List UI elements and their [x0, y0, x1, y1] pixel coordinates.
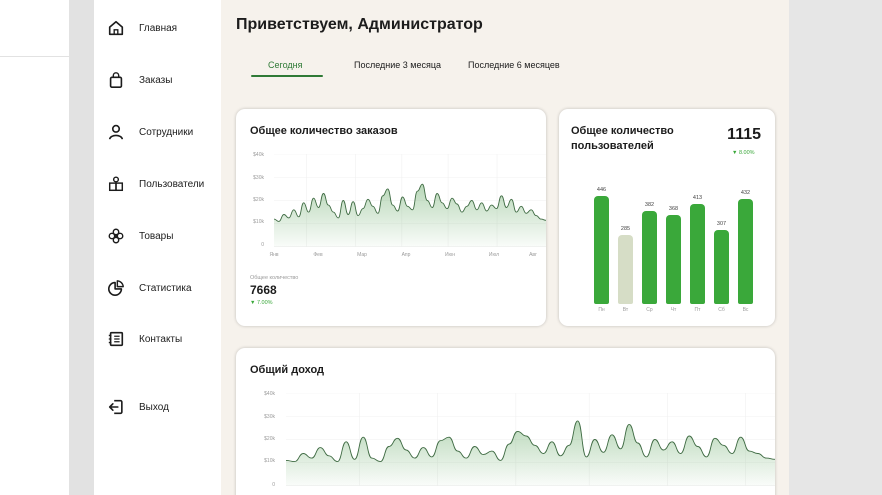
sidebar-item-home[interactable]: Главная [106, 16, 177, 40]
bar-category-label: Чт [670, 307, 677, 313]
bar [642, 211, 657, 304]
x-tick-label: Мар [357, 252, 367, 258]
x-tick-label: Фев [313, 252, 323, 258]
user-icon [106, 122, 126, 142]
sidebar-item-users[interactable]: Пользователи [106, 172, 204, 196]
bar-value-label: 432 [740, 190, 751, 197]
y-tick-label: $30k [253, 175, 264, 181]
users-bar-chart: 446 Пн 285 Вт 382 Ср 368 Чт 413 Пт 307 Сб 432 Вс [559, 109, 775, 326]
bar [618, 234, 633, 304]
bar-category-label: Пт [694, 307, 701, 313]
bar-value-label: 413 [692, 194, 703, 201]
x-tick-label: Июн [444, 252, 456, 258]
sidebar-item-products[interactable]: Товары [106, 224, 173, 248]
bar-category-label: Вс [742, 307, 749, 313]
home-icon [106, 18, 126, 38]
address-book-icon [106, 329, 126, 349]
divider [0, 56, 69, 57]
pie-chart-icon [106, 278, 126, 298]
sidebar-item-label: Заказы [139, 74, 173, 86]
y-tick-label: $40k [253, 152, 264, 158]
orders-summary-value: 7668 [250, 283, 277, 297]
x-tick-label: Апр [401, 252, 411, 258]
sidebar-item-logout[interactable]: Выход [106, 395, 169, 419]
y-tick-label: $20k [264, 436, 275, 442]
users-icon [106, 174, 126, 194]
flower-icon [106, 226, 126, 246]
revenue-card: Общий доход $40k $30k $20k $10k 0 [236, 348, 775, 495]
sidebar-item-label: Статистика [139, 282, 192, 294]
active-tab-indicator [251, 75, 323, 77]
bar-category-label: Вт [622, 307, 629, 313]
background-panel [0, 0, 69, 495]
bar-value-label: 382 [644, 202, 655, 209]
tab-last-3-months[interactable]: Последние 3 месяца [354, 60, 441, 70]
tab-today[interactable]: Сегодня [268, 60, 303, 70]
bar [738, 199, 753, 304]
sidebar-item-label: Сотрудники [139, 126, 194, 138]
bar [690, 203, 705, 304]
background-gap [69, 0, 94, 495]
y-tick-label: $40k [264, 391, 275, 397]
tab-last-6-months[interactable]: Последние 6 месяцев [468, 60, 560, 70]
bar-category-label: Пн [598, 307, 605, 313]
y-tick-label: 0 [261, 242, 264, 248]
sidebar-item-contacts[interactable]: Контакты [106, 327, 182, 351]
bar-value-label: 446 [596, 187, 607, 193]
page-title: Приветствуем, Администратор [236, 16, 483, 33]
bar [666, 214, 681, 304]
orders-summary-label: Общее количество [250, 275, 299, 281]
bar-category-label: Ср [646, 307, 653, 313]
y-tick-label: $30k [264, 414, 275, 420]
sidebar-item-label: Главная [139, 22, 178, 34]
users-card: Общее количество пользователей 1115 ▼ 8.… [559, 109, 775, 326]
area-fill [274, 184, 546, 247]
sidebar-item-statistics[interactable]: Статистика [106, 276, 192, 300]
sidebar-item-label: Выход [139, 401, 169, 413]
orders-card: Общее количество заказов $40k $30k $20k … [236, 109, 546, 326]
sidebar-item-orders[interactable]: Заказы [106, 68, 172, 92]
y-tick-label: 0 [272, 482, 275, 488]
sidebar-item-label: Контакты [139, 333, 183, 345]
dashboard-main: Приветствуем, Администратор Сегодня Посл… [221, 0, 789, 495]
x-tick-label: Июл [488, 252, 500, 258]
orders-area-chart [274, 154, 546, 247]
bar [594, 196, 609, 304]
sidebar-item-label: Пользователи [139, 178, 205, 190]
sidebar-item-employees[interactable]: Сотрудники [106, 120, 193, 144]
x-tick-label: Янв [269, 252, 279, 258]
revenue-card-title: Общий доход [250, 364, 325, 376]
period-tabs: Сегодня Последние 3 месяца Последние 6 м… [251, 60, 591, 78]
y-tick-label: $20k [253, 197, 264, 203]
bar-value-label: 285 [620, 225, 631, 232]
bar [714, 229, 729, 304]
bar-value-label: 307 [716, 220, 727, 227]
sidebar-item-label: Товары [139, 230, 174, 242]
logout-icon [106, 397, 126, 417]
shopping-bag-icon [106, 70, 126, 90]
bar-category-label: Сб [718, 307, 725, 313]
y-tick-label: $10k [264, 458, 275, 464]
revenue-area-chart [286, 393, 775, 486]
bar-value-label: 368 [668, 205, 679, 212]
y-tick-label: $10k [253, 219, 264, 225]
x-tick-label: Авг [529, 252, 537, 258]
background-right [789, 0, 882, 495]
orders-card-title: Общее количество заказов [250, 125, 398, 137]
sidebar: Главная Заказы Сотрудники Пользователи Т… [94, 0, 221, 495]
orders-change-badge: ▼ 7.00% [250, 300, 273, 306]
